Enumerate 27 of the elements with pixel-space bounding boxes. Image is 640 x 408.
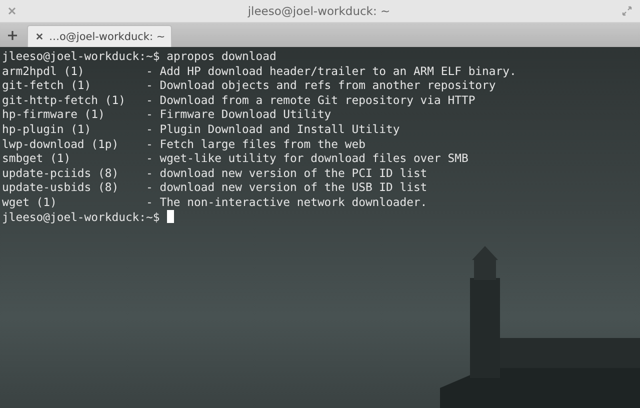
- window-title: jleeso@joel-workduck: ~: [246, 4, 392, 18]
- close-icon[interactable]: [36, 33, 43, 40]
- command-name: git-fetch (1): [2, 78, 92, 93]
- text-cursor: [166, 210, 174, 224]
- command-name: lwp-download (1p): [2, 136, 120, 152]
- command-name: smbget (1): [2, 151, 72, 166]
- command-line: jleeso@joel-workduck:~$ apropos download: [2, 49, 278, 64]
- command-description: - The non-interactive network downloader.: [146, 194, 428, 210]
- plus-icon[interactable]: [8, 31, 17, 40]
- command-description: - Fetch large files from the web: [146, 136, 366, 152]
- command-name: git-http-fetch (1): [2, 92, 126, 108]
- terminal-tab[interactable]: …o@joel-workduck: ~: [27, 25, 172, 47]
- command-description: - download new version of the PCI ID list: [146, 166, 428, 180]
- command-name: wget (1): [2, 194, 58, 210]
- shell-prompt: jleeso@joel-workduck:~$: [2, 210, 160, 224]
- command-name: arm2hpdl (1): [2, 64, 86, 78]
- command-name: update-pciids (8): [2, 166, 120, 180]
- command-name: update-usbids (8): [2, 180, 120, 195]
- command-description: - wget-like utility for download files over SMB: [146, 151, 468, 166]
- command-name: hp-plugin (1): [2, 122, 92, 137]
- command-description: - Plugin Download and Install Utility: [146, 122, 400, 137]
- command-description: - Download objects and refs from another repository: [146, 78, 496, 93]
- command-description: - Download from a remote Git repository via HTTP: [146, 92, 476, 108]
- command-description: - Add HP download header/trailer to an ARM ELF binary.: [146, 64, 516, 78]
- command-description: - download new version of the USB ID list: [146, 180, 428, 195]
- command-name: hp-firmware (1): [2, 107, 106, 122]
- command-description: - Firmware Download Utility: [146, 107, 332, 122]
